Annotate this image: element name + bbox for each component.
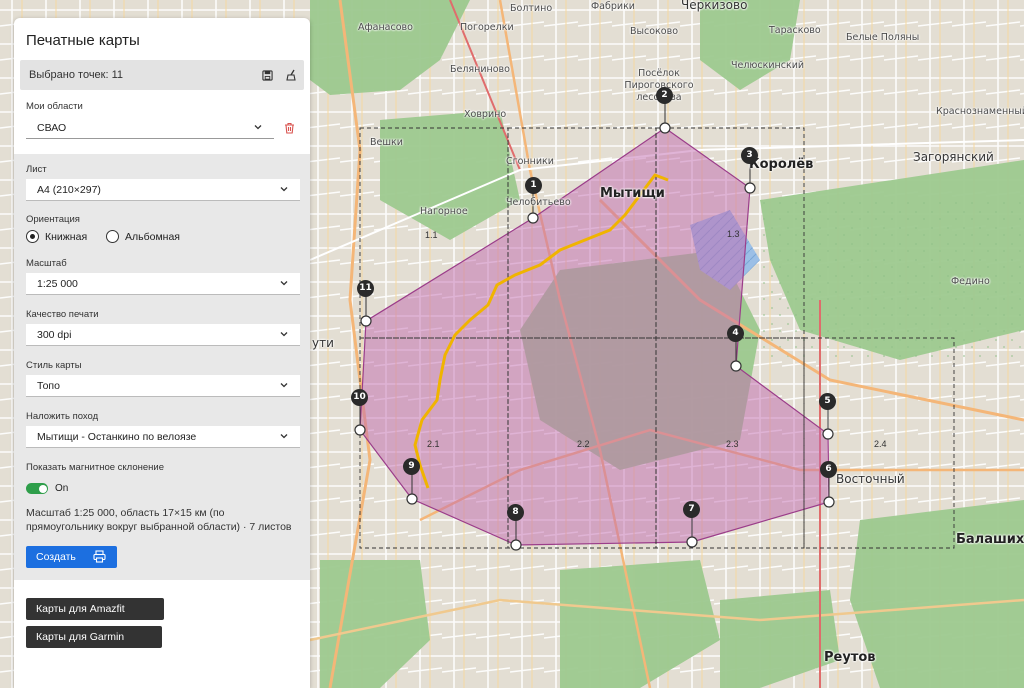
save-icon[interactable] (260, 68, 274, 82)
orientation-portrait-radio[interactable]: Книжная (26, 230, 87, 243)
chevron-down-icon (254, 125, 262, 130)
sheet-label: Лист (26, 164, 47, 175)
point-marker[interactable]: 8 (507, 504, 524, 521)
route-select[interactable]: Мытищи - Останкино по велоязе (26, 426, 300, 448)
place-label: Мытищи (600, 186, 665, 201)
cell-label: 2.2 (577, 439, 590, 449)
point-marker[interactable]: 10 (351, 389, 368, 406)
chevron-down-icon (280, 187, 288, 192)
place-label: Челюскинский (731, 60, 805, 71)
cell-label: 2.4 (874, 439, 887, 449)
point-marker[interactable]: 5 (819, 393, 836, 410)
print-summary: Масштаб 1:25 000, область 17×15 км (по п… (26, 507, 292, 533)
route-label: Наложить поход (26, 411, 99, 422)
place-label: Беляниново (450, 64, 510, 75)
my-areas-select[interactable]: СВАО (26, 117, 274, 139)
quality-select[interactable]: 300 dpi (26, 324, 300, 346)
amazfit-button-label: Карты для Amazfit (36, 603, 125, 615)
place-label: Королёв (749, 157, 814, 172)
place-label: Болтино (510, 3, 553, 14)
declination-label: Показать магнитное склонение (26, 462, 164, 473)
point-marker[interactable]: 1 (525, 177, 542, 194)
place-label: Восточный (836, 472, 905, 486)
panel-title: Печатные карты (26, 32, 140, 49)
garmin-maps-button[interactable]: Карты для Garmin (26, 626, 162, 648)
radio-label: Альбомная (125, 230, 180, 243)
point-marker[interactable]: 11 (357, 280, 374, 297)
cell-label: 2.3 (726, 439, 739, 449)
radio-circle (106, 230, 119, 243)
place-label: Погорелки (460, 22, 514, 33)
point-marker[interactable]: 3 (741, 147, 758, 164)
create-button[interactable]: Создать (26, 546, 117, 568)
place-label: Ховрино (464, 109, 507, 120)
place-label: Балашиха (956, 532, 1024, 547)
cell-label: 2.1 (427, 439, 440, 449)
place-label: ути (312, 336, 334, 350)
my-areas-label: Мои области (26, 101, 83, 112)
place-label: Челобитьево (506, 197, 571, 208)
my-areas-value: СВАО (37, 122, 67, 134)
chevron-down-icon (280, 383, 288, 388)
place-label: Краснознаменный (936, 106, 1024, 117)
map-style-label: Стиль карты (26, 360, 82, 371)
declination-state: On (55, 483, 69, 494)
print-maps-panel: Печатные карты Выбрано точек: 11 Мои обл… (14, 18, 310, 688)
orientation-label: Ориентация (26, 214, 80, 225)
place-label: Реутов (824, 650, 876, 665)
points-count: Выбрано точек: 11 (29, 69, 124, 81)
route-value: Мытищи - Останкино по велоязе (37, 431, 197, 443)
point-marker[interactable]: 6 (820, 461, 837, 478)
quality-label: Качество печати (26, 309, 99, 320)
sheet-select[interactable]: A4 (210×297) (26, 179, 300, 201)
cell-label: 1.1 (425, 230, 438, 240)
declination-toggle[interactable] (26, 483, 48, 494)
place-label: Высоково (630, 26, 679, 37)
scale-select[interactable]: 1:25 000 (26, 273, 300, 295)
place-label: Фабрики (591, 1, 635, 12)
place-label: Тарасково (769, 25, 821, 36)
place-label: Сгонники (506, 156, 554, 167)
place-label: Белые Поляны (846, 32, 920, 43)
point-marker[interactable]: 7 (683, 501, 700, 518)
trash-icon[interactable] (282, 121, 296, 135)
garmin-button-label: Карты для Garmin (36, 631, 125, 643)
place-label: Загорянский (913, 150, 994, 164)
scale-label: Масштаб (26, 258, 67, 269)
radio-circle (26, 230, 39, 243)
sheet-value: A4 (210×297) (37, 184, 101, 196)
printer-icon (93, 550, 106, 563)
place-label: Афанасово (358, 22, 413, 33)
place-label: Нагорное (420, 206, 468, 217)
radio-label: Книжная (45, 230, 88, 243)
map-style-select[interactable]: Топо (26, 375, 300, 397)
chevron-down-icon (280, 332, 288, 337)
point-marker[interactable]: 4 (727, 325, 744, 342)
create-button-label: Создать (36, 551, 76, 563)
place-label: Черкизово (681, 0, 748, 12)
scale-value: 1:25 000 (37, 278, 78, 290)
point-marker[interactable]: 2 (656, 87, 673, 104)
point-marker[interactable]: 9 (403, 458, 420, 475)
map-style-value: Топо (37, 380, 60, 392)
chevron-down-icon (280, 281, 288, 286)
cell-label: 1.3 (727, 229, 740, 239)
orientation-landscape-radio[interactable]: Альбомная (106, 230, 180, 243)
broom-icon[interactable] (284, 68, 298, 82)
quality-value: 300 dpi (37, 329, 72, 341)
amazfit-maps-button[interactable]: Карты для Amazfit (26, 598, 164, 620)
place-label: Федино (951, 276, 990, 287)
place-label: Вешки (370, 137, 403, 148)
points-bar: Выбрано точек: 11 (20, 60, 304, 90)
chevron-down-icon (280, 434, 288, 439)
